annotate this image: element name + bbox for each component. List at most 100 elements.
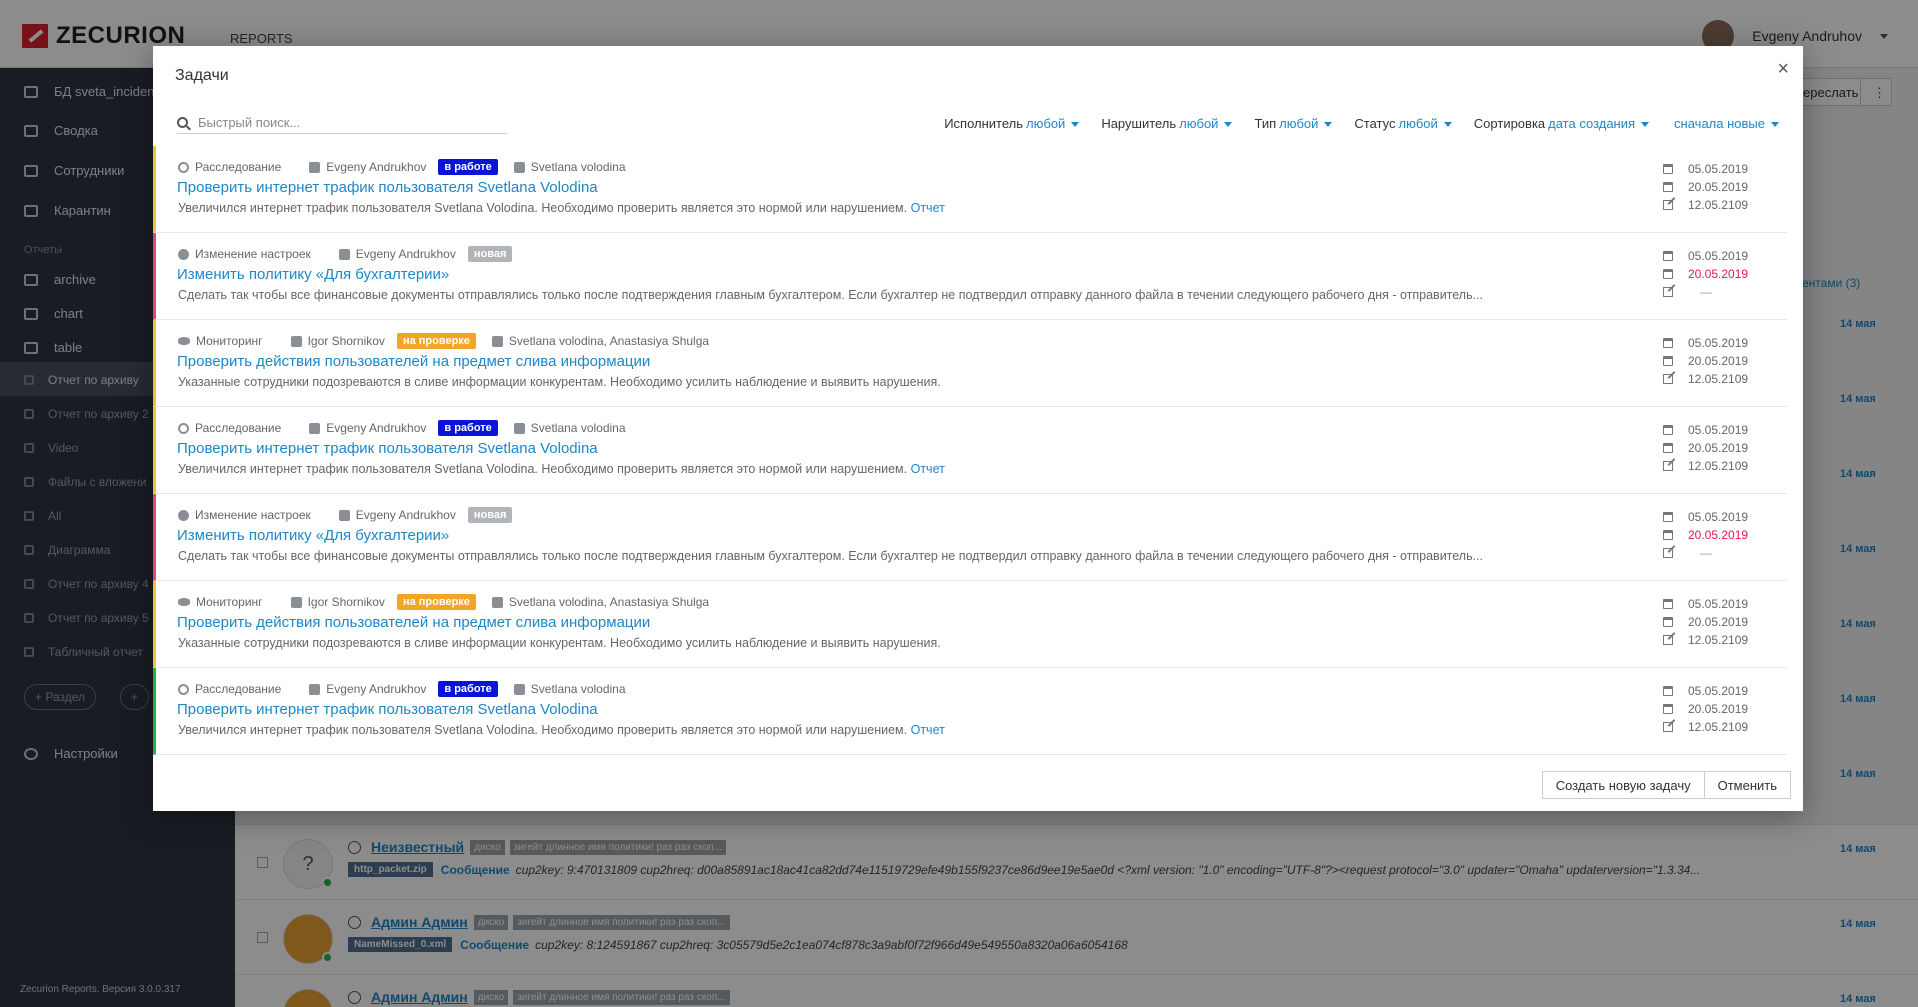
calendar-icon: [1663, 356, 1673, 366]
user-icon: [309, 683, 321, 695]
task-assignee: Evgeny Andrukhov: [326, 682, 427, 696]
user-icon: [513, 683, 525, 695]
search-icon: [178, 422, 189, 434]
deadline-date-overdue: 20.05.2019: [1688, 528, 1749, 542]
filter-violator[interactable]: Нарушитель любой: [1101, 116, 1233, 131]
task-assignee: Evgeny Andrukhov: [355, 247, 456, 261]
calendar-icon: [1663, 530, 1673, 540]
calendar-icon: [1663, 338, 1673, 348]
chevron-down-icon: [1443, 122, 1452, 128]
task-title[interactable]: Проверить действия пользователей на пред…: [177, 614, 650, 631]
user-icon: [338, 248, 350, 260]
created-date: 05.05.2019: [1688, 162, 1749, 176]
create-task-button[interactable]: Создать новую задачу: [1541, 771, 1705, 799]
task-dates: 05.05.2019 20.05.2019 —: [1663, 508, 1759, 562]
task-dates: 05.05.2019 20.05.2019 12.05.2109: [1663, 160, 1759, 214]
task-assignee: Igor Shornikov: [307, 595, 385, 609]
user-icon: [309, 422, 321, 434]
created-date: 05.05.2019: [1688, 249, 1749, 263]
task-assignee: Igor Shornikov: [307, 334, 385, 348]
user-icon: [491, 596, 503, 608]
task-item[interactable]: Расследование Evgeny Andrukhov в работе …: [153, 146, 1787, 233]
task-type: Изменение настроек: [195, 247, 311, 261]
calendar-icon: [1663, 269, 1673, 279]
user-icon: [338, 509, 350, 521]
edited-date: 12.05.2109: [1688, 633, 1749, 647]
task-title[interactable]: Проверить интернет трафик пользователя S…: [177, 701, 598, 718]
search-icon: [178, 683, 189, 695]
status-badge: новая: [467, 507, 513, 523]
task-title[interactable]: Проверить интернет трафик пользователя S…: [177, 440, 598, 457]
edit-icon: [1663, 461, 1673, 471]
task-title[interactable]: Изменить политику «Для бухгалтерии»: [177, 266, 449, 283]
calendar-icon: [1663, 512, 1673, 522]
task-type: Мониторинг: [196, 334, 263, 348]
task-item[interactable]: Изменение настроек Evgeny Andrukhov нова…: [153, 494, 1787, 581]
report-link[interactable]: Отчет: [911, 723, 945, 737]
search-input[interactable]: [198, 115, 488, 130]
task-dates: 05.05.2019 20.05.2019 12.05.2109: [1663, 421, 1759, 475]
created-date: 05.05.2019: [1688, 510, 1749, 524]
task-title[interactable]: Проверить действия пользователей на пред…: [177, 353, 650, 370]
task-title[interactable]: Проверить интернет трафик пользователя S…: [177, 179, 598, 196]
filter-bar: Исполнитель любой Нарушитель любой Тип любо…: [922, 116, 1779, 131]
task-item[interactable]: Мониторинг Igor Shornikov на проверке Sv…: [153, 581, 1787, 668]
sort-order[interactable]: сначала новые: [1671, 116, 1779, 131]
calendar-icon: [1663, 425, 1673, 435]
task-type: Расследование: [195, 682, 282, 696]
chevron-down-icon: [1224, 122, 1233, 128]
eye-icon: [178, 337, 190, 345]
task-description: Указанные сотрудники подозреваются в сли…: [178, 636, 941, 650]
user-icon: [513, 422, 525, 434]
task-assignee: Evgeny Andrukhov: [355, 508, 456, 522]
task-violator: Svetlana volodina, Anastasiya Shulga: [508, 334, 710, 348]
task-type: Мониторинг: [196, 595, 263, 609]
task-dates: 05.05.2019 20.05.2019 12.05.2109: [1663, 334, 1759, 388]
deadline-date: 20.05.2019: [1688, 615, 1749, 629]
status-badge: на проверке: [396, 333, 476, 349]
task-description: Указанные сотрудники подозреваются в сли…: [178, 375, 941, 389]
edited-date: 12.05.2109: [1688, 720, 1749, 734]
calendar-icon: [1663, 164, 1673, 174]
calendar-icon: [1663, 182, 1673, 192]
quick-search: [177, 112, 507, 134]
calendar-icon: [1663, 617, 1673, 627]
task-description: Увеличился интернет трафик пользователя …: [178, 723, 945, 737]
task-item[interactable]: Мониторинг Igor Shornikov на проверке Sv…: [153, 320, 1787, 407]
eye-icon: [178, 598, 190, 606]
report-link[interactable]: Отчет: [911, 462, 945, 476]
created-date: 05.05.2019: [1688, 336, 1749, 350]
report-link[interactable]: Отчет: [911, 201, 945, 215]
task-type: Расследование: [195, 421, 282, 435]
task-assignee: Evgeny Andrukhov: [326, 421, 427, 435]
chevron-down-icon: [1324, 122, 1333, 128]
close-icon[interactable]: ×: [1777, 58, 1789, 81]
edit-icon: [1663, 722, 1673, 732]
task-description: Увеличился интернет трафик пользователя …: [178, 201, 945, 215]
user-icon: [290, 335, 302, 347]
task-dates: 05.05.2019 20.05.2019 —: [1663, 247, 1759, 301]
task-item[interactable]: Расследование Evgeny Andrukhov в работе …: [153, 668, 1787, 755]
calendar-icon: [1663, 686, 1673, 696]
sort-field[interactable]: Сортировка дата создания: [1474, 116, 1650, 131]
search-icon: [178, 161, 189, 173]
cancel-button[interactable]: Отменить: [1704, 771, 1791, 799]
task-item[interactable]: Изменение настроек Evgeny Andrukhov нова…: [153, 233, 1787, 320]
modal-footer: Создать новую задачу Отменить: [1541, 771, 1791, 799]
filter-assignee[interactable]: Исполнитель любой: [944, 116, 1080, 131]
task-dates: 05.05.2019 20.05.2019 12.05.2109: [1663, 682, 1759, 736]
tasks-modal: Задачи × Исполнительлюбой Нарушительлюбо…: [153, 46, 1803, 811]
edit-icon: [1663, 374, 1673, 384]
task-item[interactable]: Расследование Evgeny Andrukhov в работе …: [153, 407, 1787, 494]
status-badge: на проверке: [396, 594, 476, 610]
filter-status[interactable]: Статус любой: [1354, 116, 1452, 131]
edited-date: —: [1700, 285, 1712, 299]
task-violator: Svetlana volodina, Anastasiya Shulga: [508, 595, 710, 609]
task-violator: Svetlana volodina: [530, 421, 626, 435]
filter-type[interactable]: Тип любой: [1254, 116, 1333, 131]
search-icon: [177, 117, 188, 128]
created-date: 05.05.2019: [1688, 423, 1749, 437]
task-title[interactable]: Изменить политику «Для бухгалтерии»: [177, 527, 449, 544]
gears-icon: [178, 248, 189, 260]
created-date: 05.05.2019: [1688, 597, 1749, 611]
